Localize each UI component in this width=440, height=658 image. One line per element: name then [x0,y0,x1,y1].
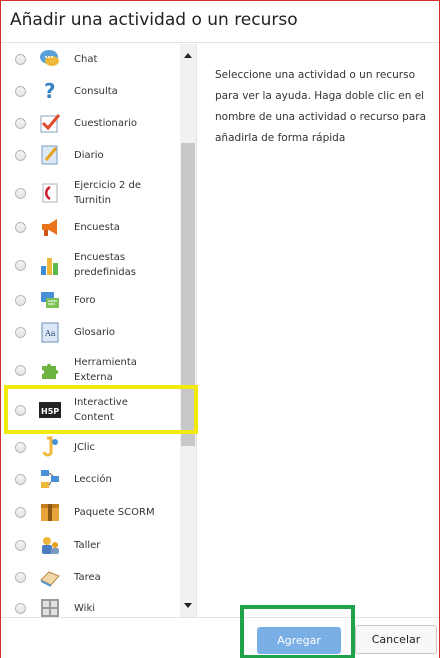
activity-item-paquete-scorm[interactable]: Paquete SCORM [1,499,181,525]
glossary-icon: Aa [39,321,61,343]
activity-item-encuesta[interactable]: Encuesta [1,214,181,240]
activity-list-pane: Chat ? Consulta Cuestionario Diario Ejer… [1,44,197,617]
scroll-up-arrow-icon[interactable] [184,53,192,58]
radio-button[interactable] [15,222,26,233]
lesson-icon [39,468,61,490]
activity-item-taller[interactable]: Taller [1,532,181,558]
activity-item-herramienta-externa[interactable]: Herramienta Externa [1,351,181,389]
activity-item-jclic[interactable]: JClic [1,434,181,460]
radio-button[interactable] [15,295,26,306]
radio-button[interactable] [15,188,26,199]
activity-item-tarea[interactable]: Tarea [1,564,181,590]
activity-item-encuestas-predefinidas[interactable]: Encuestas predefinidas [1,246,181,284]
activity-label: Paquete SCORM [74,507,155,518]
puzzle-icon [39,359,61,381]
bar-chart-icon [39,254,61,276]
activity-label: Foro [74,295,96,306]
activity-item-chat[interactable]: Chat [1,46,181,72]
scorm-package-icon [39,501,61,523]
radio-button[interactable] [15,507,26,518]
activity-item-cuestionario[interactable]: Cuestionario [1,110,181,136]
activity-label: Encuesta [74,222,120,233]
radio-button[interactable] [15,540,26,551]
radio-button[interactable] [15,365,26,376]
cancel-button[interactable]: Cancelar [355,625,437,654]
workshop-icon [39,534,61,556]
activity-label: Diario [74,150,104,161]
activity-item-wiki[interactable]: Wiki [1,595,181,617]
highlight-interactive-content [4,385,198,434]
chat-icon [39,48,61,70]
svg-text:?: ? [44,80,56,102]
jclic-icon [39,436,61,458]
activity-label: Herramienta Externa [74,357,137,383]
radio-button[interactable] [15,603,26,614]
activity-label: JClic [74,442,95,453]
activity-label: Encuestas predefinidas [74,252,136,278]
activity-item-glosario[interactable]: Aa Glosario [1,319,181,345]
radio-button[interactable] [15,474,26,485]
svg-text:Aa: Aa [44,329,56,338]
activity-label: Chat [74,54,98,65]
activity-label: Wiki [74,603,96,614]
turnitin-icon [39,182,61,204]
radio-button[interactable] [15,54,26,65]
activity-label: Consulta [74,86,118,97]
activity-item-consulta[interactable]: ? Consulta [1,78,181,104]
activity-label: Cuestionario [74,118,137,129]
activity-item-foro[interactable]: Foro [1,287,181,313]
radio-button[interactable] [15,327,26,338]
activity-label: Glosario [74,327,115,338]
radio-button[interactable] [15,86,26,97]
radio-button[interactable] [15,150,26,161]
quiz-icon [39,112,61,134]
activity-item-diario[interactable]: Diario [1,142,181,168]
dialog-title: Añadir una actividad o un recurso [10,10,298,30]
scroll-down-arrow-icon[interactable] [184,603,192,608]
add-activity-dialog: Añadir una actividad o un recurso Chat ?… [0,0,440,658]
help-text: Seleccione una actividad o un recurso pa… [215,69,427,144]
radio-button[interactable] [15,260,26,271]
journal-icon [39,144,61,166]
megaphone-icon [39,216,61,238]
activity-item-leccion[interactable]: Lección [1,466,181,492]
forum-icon [39,289,61,311]
dialog-header: Añadir una actividad o un recurso [1,1,439,43]
radio-button[interactable] [15,442,26,453]
wiki-icon [39,597,61,617]
activity-label: Tarea [74,572,101,583]
activity-label: Ejercicio 2 de Turnitin [74,180,142,206]
assignment-icon [39,566,61,588]
radio-button[interactable] [15,572,26,583]
activity-item-turnitin[interactable]: Ejercicio 2 de Turnitin [1,174,181,212]
radio-button[interactable] [15,118,26,129]
activity-list-scrollbar[interactable] [180,44,196,617]
activity-label: Lección [74,474,112,485]
activity-label: Taller [74,540,101,551]
question-icon: ? [39,79,61,103]
highlight-add-button [240,605,355,658]
